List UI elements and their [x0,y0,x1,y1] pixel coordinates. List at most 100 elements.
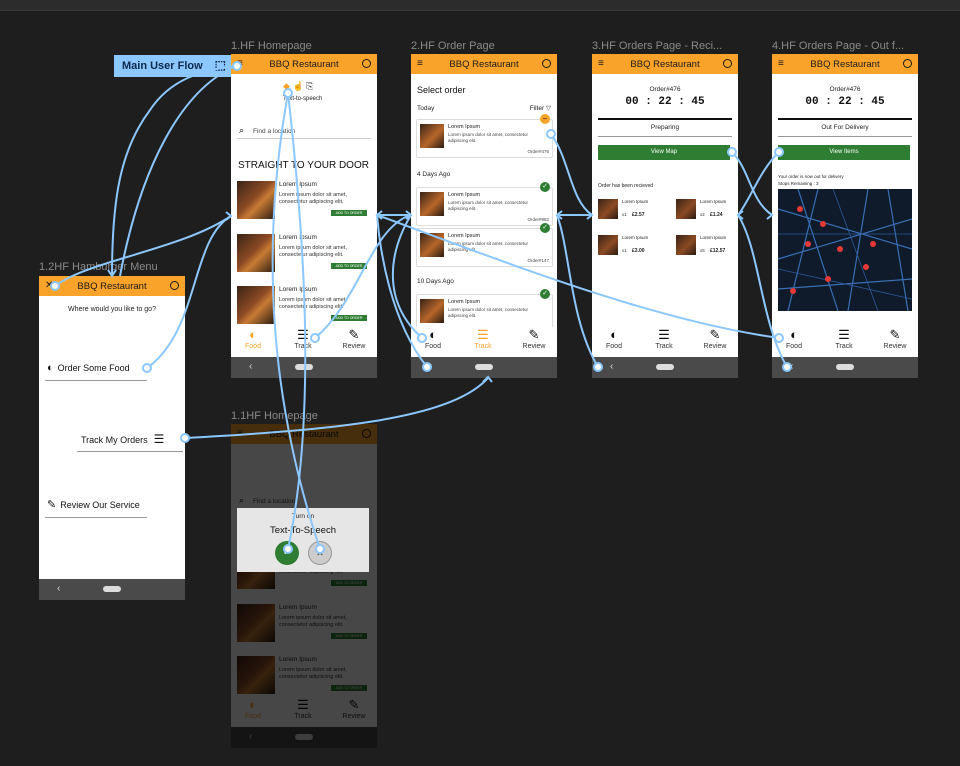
nav-review[interactable]: ✎ Review [695,327,735,350]
receipt-item: Lorem Ipsum x2 £1.24 [676,199,738,229]
tts-cancel-button[interactable]: ✕ [308,541,332,565]
arrow-head [375,210,383,220]
app-title: BBQ Restaurant [810,59,880,70]
back-icon[interactable]: ‹ [610,361,613,372]
wire-flow-to-menu [111,65,237,277]
nav-food[interactable]: ◐ Food [774,327,814,350]
menu-order-food[interactable]: ◐ Order Some Food [47,362,130,374]
view-items-button[interactable]: View Items [778,145,910,160]
food-icon: ◐ [249,327,257,342]
frame-homepage: ≡ BBQ Restaurant ◆ ☝ ⎘ Text-to-speech ⌕ … [231,54,377,378]
nav-track-label: Track [294,343,312,350]
order-card[interactable]: Lorem Ipsum Lorem ipsum dolor sit amet, … [416,223,553,267]
frame-label-homepage-tts[interactable]: 1.1HF Homepage [231,410,377,422]
item-name: Lorem Ipsum [700,235,727,240]
food-desc: Lorem ipsum dolor sit amet, consectetur … [279,297,347,310]
nav-food[interactable]: ◐ Food [594,327,634,350]
home-pill[interactable] [295,364,313,370]
frame-label-out-for-delivery[interactable]: 4.HF Orders Page - Out f... [772,40,918,52]
system-nav-bar: ‹ [39,579,185,600]
receipt-item: Lorem Ipsum x5 £12.57 [676,235,738,265]
search-field[interactable]: ⌕ Find a location [237,124,371,139]
profile-icon[interactable] [170,281,179,290]
profile-icon[interactable] [903,59,912,68]
home-pill[interactable] [836,364,854,370]
delivery-map[interactable] [778,189,912,311]
frame-label-receipt[interactable]: 3.HF Orders Page - Reci... [592,40,738,52]
order-desc: Lorem ipsum dolor sit amet, consectetur … [448,132,529,143]
divider [77,451,183,452]
tts-turn-on: Turn on [291,513,315,520]
tts-confirm-button[interactable]: ✓ [275,541,299,565]
order-status: Preparing [650,124,680,131]
item-price: £2.57 [632,212,645,218]
bottom-nav: ◐Food ☰Track ✎Review [592,327,738,357]
food-icon: ◐ [47,362,54,374]
add-to-order-button[interactable]: ADD TO ORDER [331,315,367,321]
order-card[interactable]: Lorem Ipsum Lorem ipsum dolor sit amet, … [416,182,553,226]
order-number: Order#476 [649,86,681,93]
divider [45,380,147,381]
filter-button[interactable]: Filter ▽ [530,104,551,112]
wire-flow-to-menu-2 [119,65,237,277]
food-item[interactable]: Lorem Ipsum Lorem ipsum dolor sit amet, … [237,234,369,279]
order-status: Out For Delivery [821,124,869,131]
menu-review[interactable]: ✎ Review Our Service [47,498,140,511]
countdown-timer: 00 : 22 : 45 [625,96,705,108]
nav-food[interactable]: ◐ Food [413,327,453,350]
menu-track-label: Track My Orders [81,435,148,445]
home-pill[interactable] [656,364,674,370]
app-bar: ≡ BBQ Restaurant [772,54,918,74]
back-icon[interactable]: ‹ [57,583,60,594]
nav-track[interactable]: ☰ Track [644,327,684,350]
nav-track[interactable]: ☰ Track [463,327,503,350]
tts-icons[interactable]: ◆ ☝ ⎘ [283,81,313,92]
nav-track[interactable]: ☰ Track [824,327,864,350]
wire-order-to-receipt [550,133,593,216]
add-to-order-button[interactable]: ADD TO ORDER [331,210,367,216]
nav-food-label: Food [245,343,261,350]
food-item[interactable]: Lorem Ipsum Lorem ipsum dolor sit amet, … [237,286,369,331]
back-icon[interactable]: ‹ [249,361,252,372]
profile-icon[interactable] [362,59,371,68]
main-user-flow-tag[interactable]: Main User Flow ⬚ [114,55,232,77]
order-number: Order#476 [829,86,861,93]
nav-review[interactable]: ✎ Review [875,327,915,350]
home-pill[interactable] [475,364,493,370]
frame-label-order-page[interactable]: 2.HF Order Page [411,40,557,52]
view-map-button[interactable]: View Map [598,145,730,160]
item-image [676,199,696,219]
order-card[interactable]: Lorem Ipsum Lorem ipsum dolor sit amet, … [416,114,553,158]
nav-track[interactable]: ☰ Track [283,327,323,350]
back-icon[interactable]: ‹ [790,361,793,372]
app-title: BBQ Restaurant [269,59,339,70]
search-icon: ⌕ [239,125,245,135]
item-qty: x2 [700,212,705,217]
home-pill[interactable] [103,586,121,592]
nav-review[interactable]: ✎ Review [514,327,554,350]
tts-title: Text-To-Speech [269,525,336,536]
add-to-order-button[interactable]: ADD TO ORDER [331,263,367,269]
frame-out-for-delivery: ≡ BBQ Restaurant Order#476 00 : 22 : 45 … [772,54,918,378]
nav-food[interactable]: ◐ Food [233,327,273,350]
app-bar: ≡ BBQ Restaurant [411,54,557,74]
receipt-item: Lorem Ipsum x1 £2.57 [598,199,660,229]
frame-label-homepage[interactable]: 1.HF Homepage [231,40,377,52]
food-icon: ◐ [610,327,618,342]
nav-review[interactable]: ✎ Review [334,327,374,350]
food-item[interactable]: Lorem Ipsum Lorem ipsum dolor sit amet, … [237,181,369,226]
profile-icon[interactable] [723,59,732,68]
profile-icon[interactable] [542,59,551,68]
back-icon[interactable]: ‹ [429,361,432,372]
frame-label-hamburger[interactable]: 1.2HF Hamburger Menu [39,261,185,273]
food-image [237,234,275,272]
menu-question: Where would you like to go? [68,306,156,313]
order-title: Lorem Ipsum [448,299,481,305]
section-today: Today [417,105,435,112]
check-icon: ✓ [540,223,550,233]
item-name: Lorem Ipsum [622,199,649,204]
menu-track-orders[interactable]: Track My Orders ☰ [81,432,164,446]
frame-order-page: ≡ BBQ Restaurant Select order Today Filt… [411,54,557,378]
app-bar: ≡ BBQ Restaurant [231,54,377,74]
menu-order-label: Order Some Food [57,363,130,373]
